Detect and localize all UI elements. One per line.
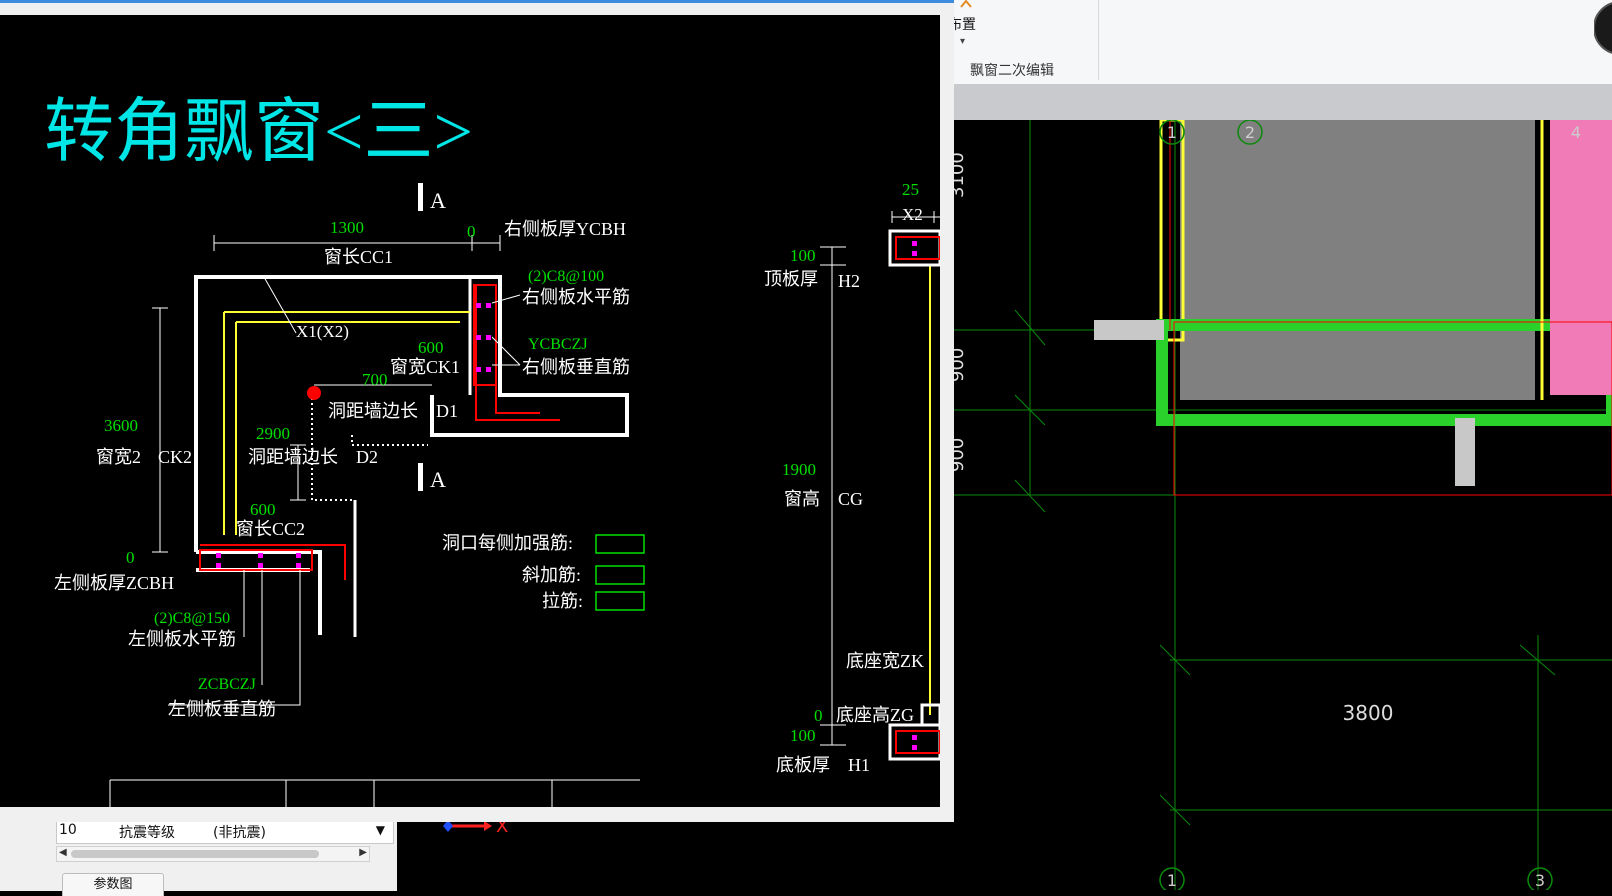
axis-bubble-3-bottom: 3: [1527, 867, 1553, 890]
right-h-rebar: (2)C8@100: [528, 268, 604, 285]
cg-label: 窗高: [784, 489, 820, 509]
section-mark-bottom: A: [418, 463, 446, 492]
section-rebar-top: [912, 241, 917, 246]
param-diagram-canvas: 转角飘窗<三> A A 1300 窗长CC1 0 右侧板厚YCBH (2)C8@…: [0, 15, 940, 807]
section-rebar-top-2: [912, 251, 917, 256]
ribbon-separator: [1098, 0, 1099, 80]
h1-value: 100: [790, 726, 816, 745]
ribbon-round-badge: [1594, 2, 1612, 54]
d2-label: 洞距墙边长: [248, 447, 338, 467]
slab-gray-left: [1094, 320, 1164, 340]
h2-label: 顶板厚: [764, 269, 818, 289]
d1-label: 洞距墙边长: [328, 401, 418, 421]
room-gray-fill: [1180, 120, 1535, 400]
ribbon-group-label: 飘窗二次编辑: [970, 63, 1054, 79]
d2-value: 2900: [256, 424, 290, 443]
cc2-label: 窗长CC2: [236, 519, 305, 539]
ck2-label: 窗宽2: [96, 447, 141, 467]
scroll-left-icon[interactable]: ◀: [59, 847, 67, 858]
horizontal-scrollbar[interactable]: ◀ ▶: [56, 846, 370, 862]
zcbh-label: 左侧板厚ZCBH: [54, 573, 174, 593]
zcbh-value: 0: [126, 548, 135, 567]
rebar3-label: 拉筋:: [542, 591, 583, 611]
chevron-down-icon[interactable]: ▼: [376, 823, 385, 837]
cc2-value: 600: [250, 500, 276, 519]
left-v-label: 左侧板垂直筋: [168, 699, 276, 719]
cg-value: 1900: [782, 460, 816, 479]
wall-yellow-left: [1159, 120, 1185, 342]
svg-text:1: 1: [1167, 871, 1177, 890]
svg-text:1: 1: [1167, 123, 1177, 142]
section-rebar-bottom: [912, 735, 917, 740]
axis-bubble-1-bottom: 1: [1159, 867, 1185, 890]
section-view: [820, 211, 940, 761]
param-row-name: 抗震等级: [119, 825, 175, 841]
d1-value: 700: [362, 370, 388, 389]
d1-tag: D1: [436, 401, 458, 421]
ck2-value: 3600: [104, 416, 138, 435]
h2-tag: H2: [838, 271, 860, 291]
rebar2-input[interactable]: [595, 565, 645, 585]
diagram-title: 转角飘窗<三>: [44, 94, 473, 171]
layout-dropdown-arrow[interactable]: ▾: [960, 36, 965, 47]
ck1-label: 窗宽CK1: [390, 357, 460, 377]
cg-tag: CG: [838, 489, 863, 509]
zcbczj-label: ZCBCZJ: [198, 676, 256, 693]
svg-text:3: 3: [1535, 871, 1545, 890]
tab-param-diagram[interactable]: 参数图: [62, 873, 164, 896]
zg-value: 0: [814, 706, 823, 725]
h1-label: 底板厚: [776, 755, 830, 775]
svg-text:A: A: [430, 467, 446, 492]
ck1-value: 600: [418, 338, 444, 357]
zk-label: 底座宽ZK: [846, 651, 924, 671]
ycbh-label: 右侧板厚YCBH: [504, 219, 626, 239]
section-mark-top: A: [418, 183, 446, 213]
param-row-value[interactable]: (非抗震): [213, 822, 266, 842]
wall-pink-right: [1550, 120, 1612, 395]
svg-text:A: A: [430, 188, 446, 213]
section-rebar-bottom-2: [912, 745, 917, 750]
svg-text:4: 4: [1571, 123, 1581, 142]
right-v-label: 右侧板垂直筋: [522, 357, 630, 377]
x2-label: X2: [902, 205, 923, 224]
x2-value: 25: [902, 180, 919, 199]
ribbon-bottom-strip: [930, 84, 1612, 120]
ycbczj-label: YCBCZJ: [528, 336, 588, 353]
dialog-title-bar: [0, 0, 954, 3]
param-row-number: 10: [59, 822, 77, 838]
left-h-rebar: (2)C8@150: [154, 610, 230, 627]
svg-text:2: 2: [1245, 123, 1255, 142]
left-h-label: 左侧板水平筋: [128, 629, 236, 649]
table-top-edge: [109, 779, 640, 807]
ycbh-value: 0: [467, 222, 476, 241]
cc1-value: 1300: [330, 218, 364, 237]
h2-value: 100: [790, 246, 816, 265]
zg-label: 底座高ZG: [836, 705, 914, 725]
column-gray: [1455, 418, 1475, 486]
plan-view-canvas[interactable]: 1 2 4 1 3 3100 900 900 3800: [930, 120, 1612, 890]
right-h-label: 右侧板水平筋: [522, 287, 630, 307]
rebar3-input[interactable]: [595, 591, 645, 611]
rebar1-label: 洞口每侧加强筋:: [442, 533, 573, 553]
scroll-right-icon[interactable]: ▶: [359, 847, 367, 858]
cc1-label: 窗长CC1: [324, 247, 393, 267]
hole-reference-point: [307, 386, 321, 400]
scrollbar-thumb[interactable]: [71, 850, 319, 858]
d2-tag: D2: [356, 447, 378, 467]
ck2-tag: CK2: [158, 447, 192, 467]
rebar1-input[interactable]: [595, 534, 645, 554]
layout-icon: [960, 0, 972, 8]
dim-bottom-text: 3800: [1343, 701, 1394, 725]
x1x2-label: X1(X2): [296, 322, 349, 341]
rebar2-label: 斜加筋:: [522, 565, 581, 585]
h1-tag: H1: [848, 755, 870, 775]
